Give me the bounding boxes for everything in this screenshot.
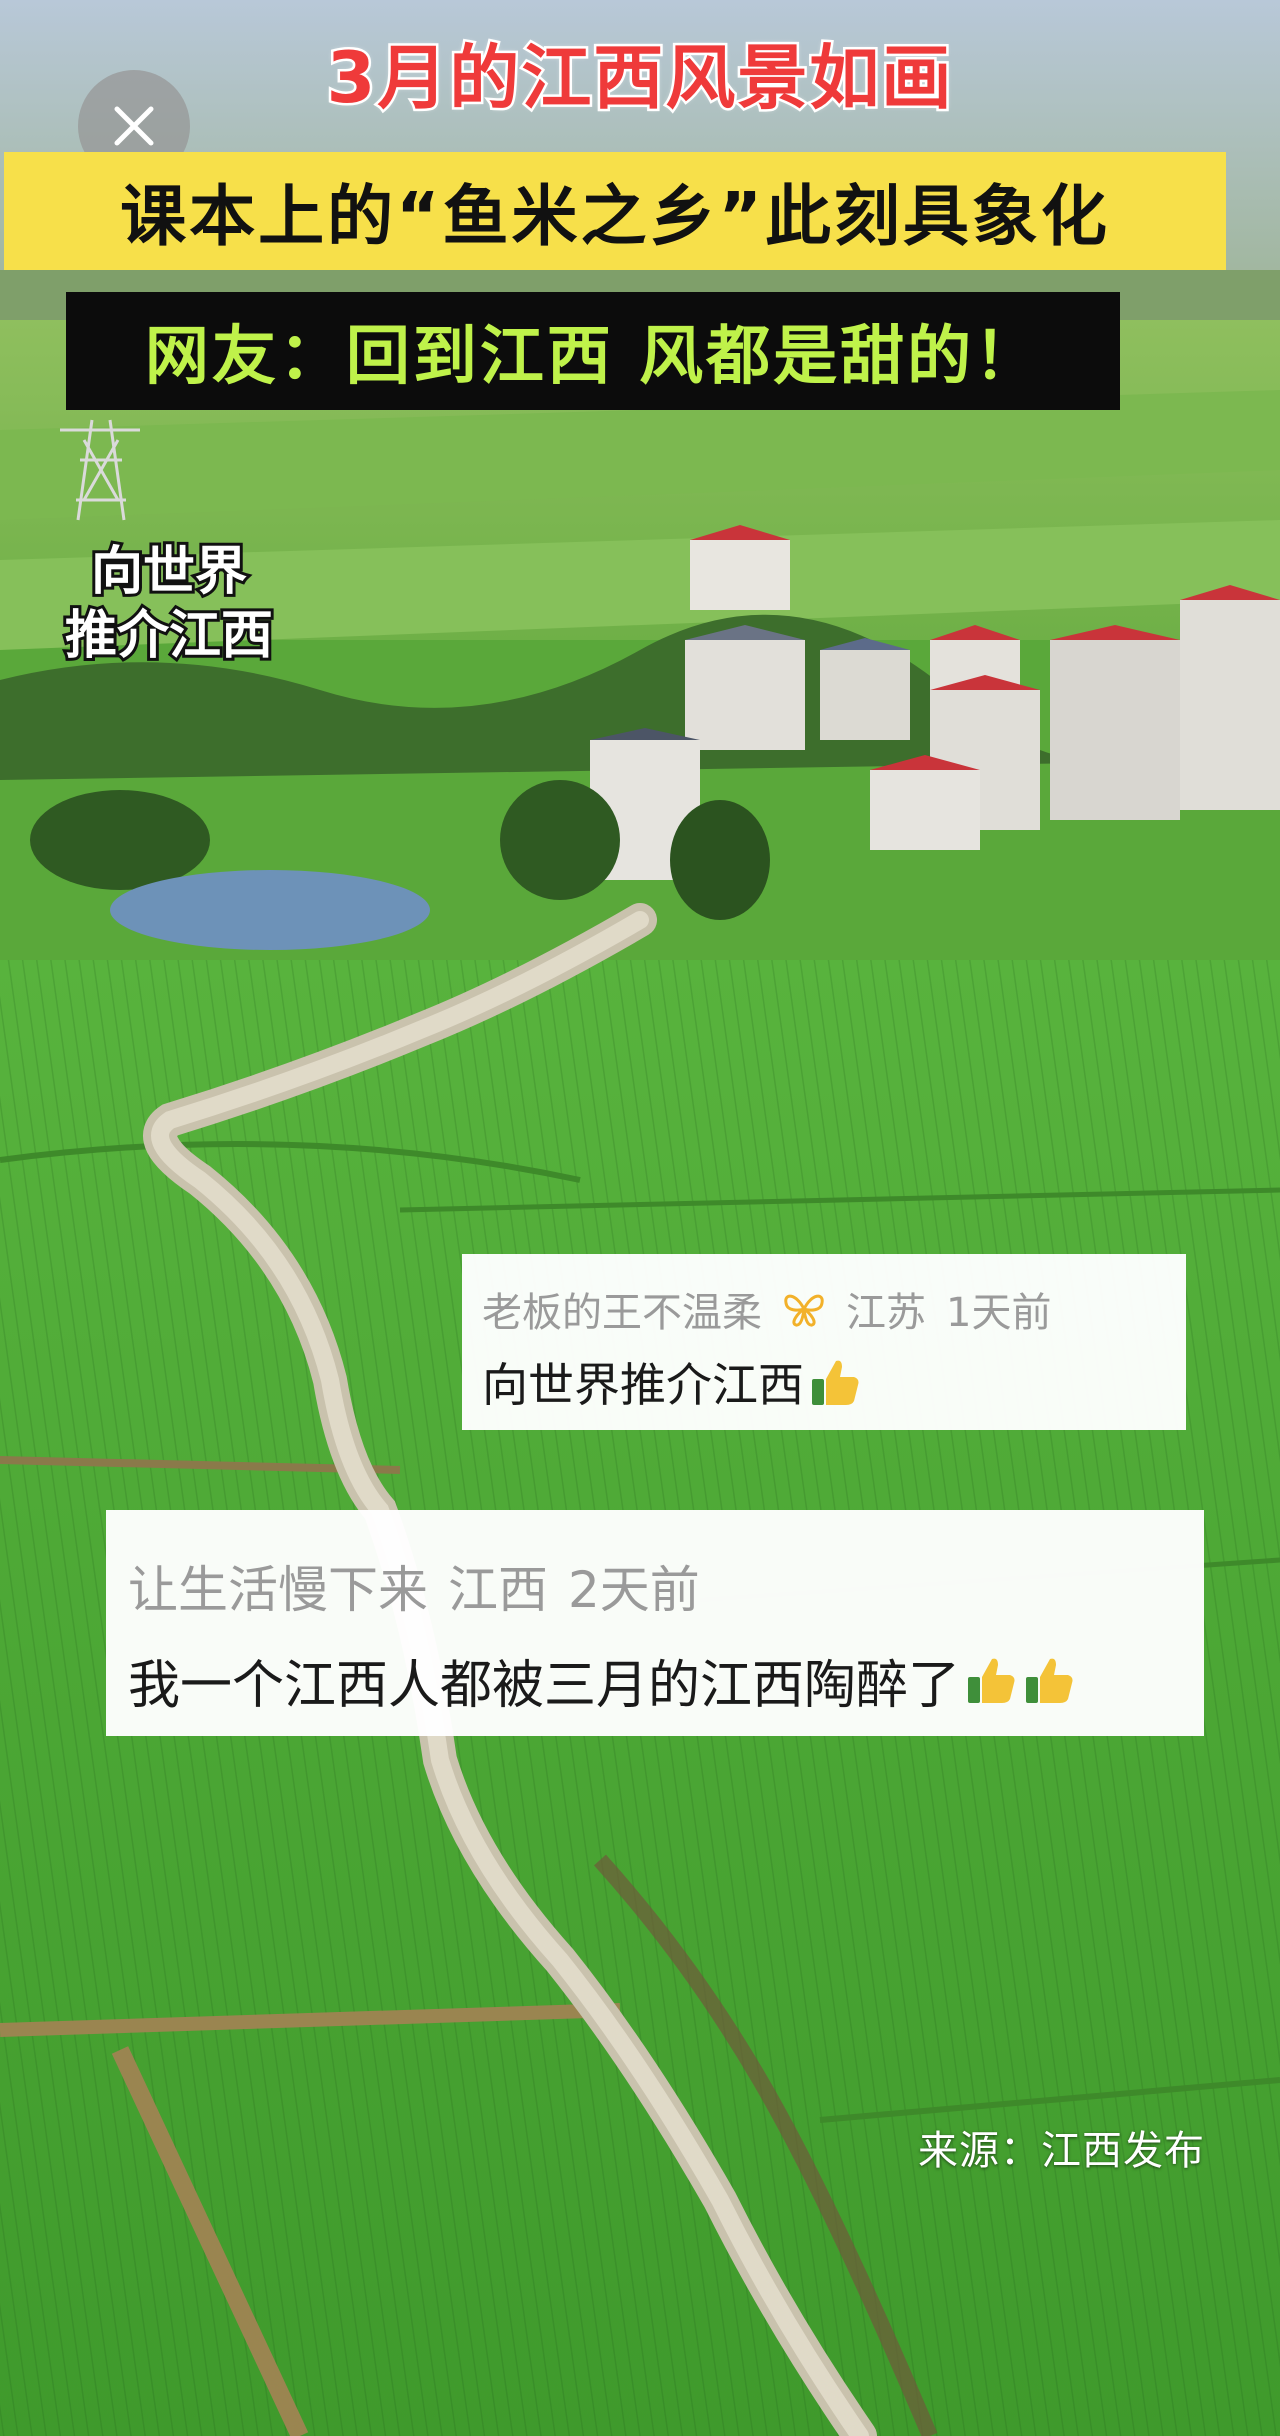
promo-caption-line1: 向世界	[88, 539, 250, 605]
comment-time: 2天前	[568, 1561, 700, 1619]
comment-body: 向世界推介江西	[482, 1344, 1166, 1420]
butterfly-icon	[784, 1294, 824, 1327]
promo-caption-line2: 推介江西	[62, 603, 276, 669]
comment-time: 1天前	[946, 1290, 1052, 1336]
source-credit: 来源：江西发布	[918, 2128, 1205, 2174]
comment-location: 江西	[448, 1561, 548, 1619]
thumbs-up-icon	[968, 1658, 1015, 1703]
promo-caption: 向世界 推介江西	[34, 539, 304, 669]
thumbs-up-icon	[1026, 1658, 1073, 1703]
headline-title: 3月的江西风景如画	[324, 35, 954, 122]
comment-card[interactable]: 让生活慢下来 江西 2天前 我一个江西人都被三月的江西陶醉了	[106, 1510, 1204, 1736]
comment-meta: 老板的王不温柔 江苏 1天前	[482, 1274, 1166, 1344]
comment-body: 我一个江西人都被三月的江西陶醉了	[128, 1632, 1184, 1728]
comment-location: 江苏	[846, 1290, 926, 1336]
comment-text: 我一个江西人都被三月的江西陶醉了	[128, 1655, 961, 1716]
comment-meta: 让生活慢下来 江西 2天前	[128, 1540, 1184, 1632]
comment-username: 让生活慢下来	[128, 1561, 428, 1619]
comment-username: 老板的王不温柔	[482, 1290, 762, 1336]
netizen-quote: 网友：回到江西 风都是甜的！	[66, 292, 1120, 410]
thumbs-up-icon	[812, 1360, 859, 1405]
headline-subtitle: 课本上的“鱼米之乡”此刻具象化	[4, 152, 1226, 270]
comment-text: 向世界推介江西	[482, 1358, 804, 1412]
comment-card[interactable]: 老板的王不温柔 江苏 1天前 向世界推介江西	[462, 1254, 1186, 1430]
